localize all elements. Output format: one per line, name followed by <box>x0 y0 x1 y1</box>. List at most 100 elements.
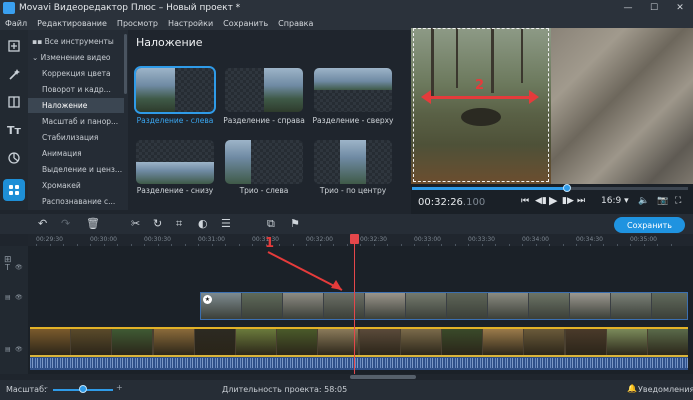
scale-label: Масштаб: <box>6 385 47 394</box>
menu-view[interactable]: Просмотр <box>112 19 163 28</box>
titles-icon[interactable]: Tт <box>3 119 25 141</box>
volume-icon[interactable]: 🔈 <box>638 196 649 206</box>
settings-sliders-icon[interactable]: ☰ <box>221 217 231 230</box>
redo-icon[interactable]: ↷ <box>61 217 70 230</box>
bell-icon[interactable]: 🔔 <box>627 384 637 393</box>
timeline-toolbar <box>0 214 693 234</box>
ruler-tick-label: 00:33:00 <box>414 236 441 243</box>
ruler-tick-label: 00:33:30 <box>468 236 495 243</box>
annotation-number-1: 1 <box>265 236 275 251</box>
play-icon[interactable]: ▶ <box>549 194 557 207</box>
clip-frame <box>359 329 400 356</box>
more-tools-icon[interactable] <box>3 179 25 201</box>
delete-icon[interactable]: 🗑 <box>86 217 100 230</box>
overlay-selection-box[interactable] <box>413 28 549 182</box>
save-button[interactable]: Сохранить <box>614 217 685 233</box>
clip-frame <box>652 293 687 319</box>
skip-forward-icon[interactable]: ⏭ <box>577 196 585 206</box>
track-visibility-icon[interactable]: 👁 <box>15 294 23 301</box>
close-button[interactable]: ✕ <box>667 0 693 16</box>
undo-icon[interactable]: ↶ <box>38 217 47 230</box>
track-visibility-icon[interactable]: 👁 <box>15 346 23 353</box>
category-item[interactable]: Хромакей <box>28 178 124 193</box>
main-track-icon: ▤ <box>5 346 11 353</box>
category-all-tools[interactable]: ▪▪ Все инструменты <box>28 34 124 49</box>
audio-level-line <box>30 355 688 357</box>
import-icon[interactable] <box>3 35 25 57</box>
aspect-ratio-select[interactable]: 16:9 ▾ <box>601 196 629 206</box>
ruler-tick-label: 00:34:00 <box>522 236 549 243</box>
category-item[interactable]: Распознавание с... <box>28 194 124 209</box>
clip-frame <box>488 293 528 319</box>
menu-save[interactable]: Сохранить <box>218 19 273 28</box>
transitions-icon[interactable] <box>3 91 25 113</box>
category-item[interactable]: Поворот и кадр... <box>28 82 124 97</box>
color-adjust-icon[interactable]: ◐ <box>198 217 208 230</box>
ruler-tick-label: 00:34:30 <box>576 236 603 243</box>
preset-label: Разделение - слева <box>136 116 214 125</box>
tool-category-list: ▪▪ Все инструменты ⌄ Изменение видео Кор… <box>28 30 124 210</box>
clip-frame <box>365 293 405 319</box>
magic-wand-icon[interactable] <box>3 63 25 85</box>
track-headers: ⊞ T 👁 ▤ 👁 ▤ 👁 <box>0 246 28 374</box>
preset-split-left[interactable] <box>134 66 216 114</box>
category-item[interactable]: Масштаб и панор... <box>28 114 124 129</box>
skip-back-icon[interactable]: ⏮ <box>521 196 529 206</box>
preset-trio-center[interactable] <box>314 140 392 184</box>
stickers-icon[interactable] <box>3 147 25 169</box>
playback-progress-handle[interactable] <box>562 184 571 192</box>
clip-frame <box>153 329 194 356</box>
minimize-button[interactable]: — <box>615 0 641 16</box>
step-forward-icon[interactable]: ▮▶ <box>562 196 574 206</box>
category-item[interactable]: Стабилизация <box>28 130 124 145</box>
crop-icon[interactable]: ⌗ <box>176 217 182 231</box>
ruler-tick-label: 00:30:30 <box>144 236 171 243</box>
clip-frame <box>406 293 446 319</box>
category-item[interactable]: Выделение и ценз... <box>28 162 124 177</box>
preset-label: Разделение - сверху <box>312 116 394 125</box>
preset-split-top[interactable] <box>314 68 392 112</box>
notifications-link[interactable]: Уведомления <box>638 385 693 394</box>
clip-frame <box>71 329 112 356</box>
snapshot-icon[interactable]: 📷 <box>657 196 668 206</box>
menu-help[interactable]: Справка <box>273 19 318 28</box>
window-title: Movavi Видеоредактор Плюс – Новый проект… <box>19 3 241 13</box>
clip-frame <box>524 329 565 356</box>
cut-icon[interactable]: ✂ <box>131 217 140 230</box>
overlay-icon[interactable]: ⧉ <box>267 217 275 231</box>
preset-split-bottom[interactable] <box>136 140 214 184</box>
preset-split-right[interactable] <box>225 68 303 112</box>
step-back-icon[interactable]: ◀▮ <box>535 196 547 206</box>
text-track-icon: T <box>5 263 10 272</box>
main-video-clip[interactable] <box>30 327 688 356</box>
track-visibility-icon[interactable]: 👁 <box>15 264 23 271</box>
marker-icon[interactable]: ⚑ <box>290 217 300 230</box>
timeline-scrollbar[interactable] <box>350 375 416 379</box>
category-video-edit[interactable]: ⌄ Изменение видео <box>28 50 124 65</box>
clip-frame <box>565 329 606 356</box>
preset-trio-left[interactable] <box>225 140 303 184</box>
clip-frame <box>442 329 482 356</box>
category-item[interactable]: Коррекция цвета <box>28 66 124 81</box>
rotate-icon[interactable]: ↻ <box>153 217 162 230</box>
preset-label: Разделение - снизу <box>136 186 214 195</box>
category-item[interactable]: Анимация <box>28 146 124 161</box>
zoom-in-icon[interactable]: + <box>116 383 123 392</box>
app-logo-icon <box>3 2 15 14</box>
video-preview[interactable]: 2 <box>411 28 693 184</box>
fullscreen-icon[interactable]: ⛶ <box>675 196 681 206</box>
maximize-button[interactable]: ☐ <box>641 0 667 16</box>
menu-settings[interactable]: Настройки <box>163 19 218 28</box>
annotation-arrow-head-left <box>421 90 431 104</box>
clip-frame <box>30 329 70 356</box>
annotation-number-2: 2 <box>475 78 485 93</box>
ruler-tick-label: 00:32:30 <box>360 236 387 243</box>
audio-waveform[interactable] <box>30 356 688 370</box>
clip-frame <box>236 329 276 356</box>
category-item-active[interactable]: Наложение <box>28 98 124 113</box>
menu-edit[interactable]: Редактирование <box>32 19 112 28</box>
zoom-out-icon[interactable]: – <box>44 383 48 392</box>
menu-file[interactable]: Файл <box>0 19 32 28</box>
zoom-slider-handle[interactable] <box>79 385 87 393</box>
clip-frame <box>611 293 651 319</box>
